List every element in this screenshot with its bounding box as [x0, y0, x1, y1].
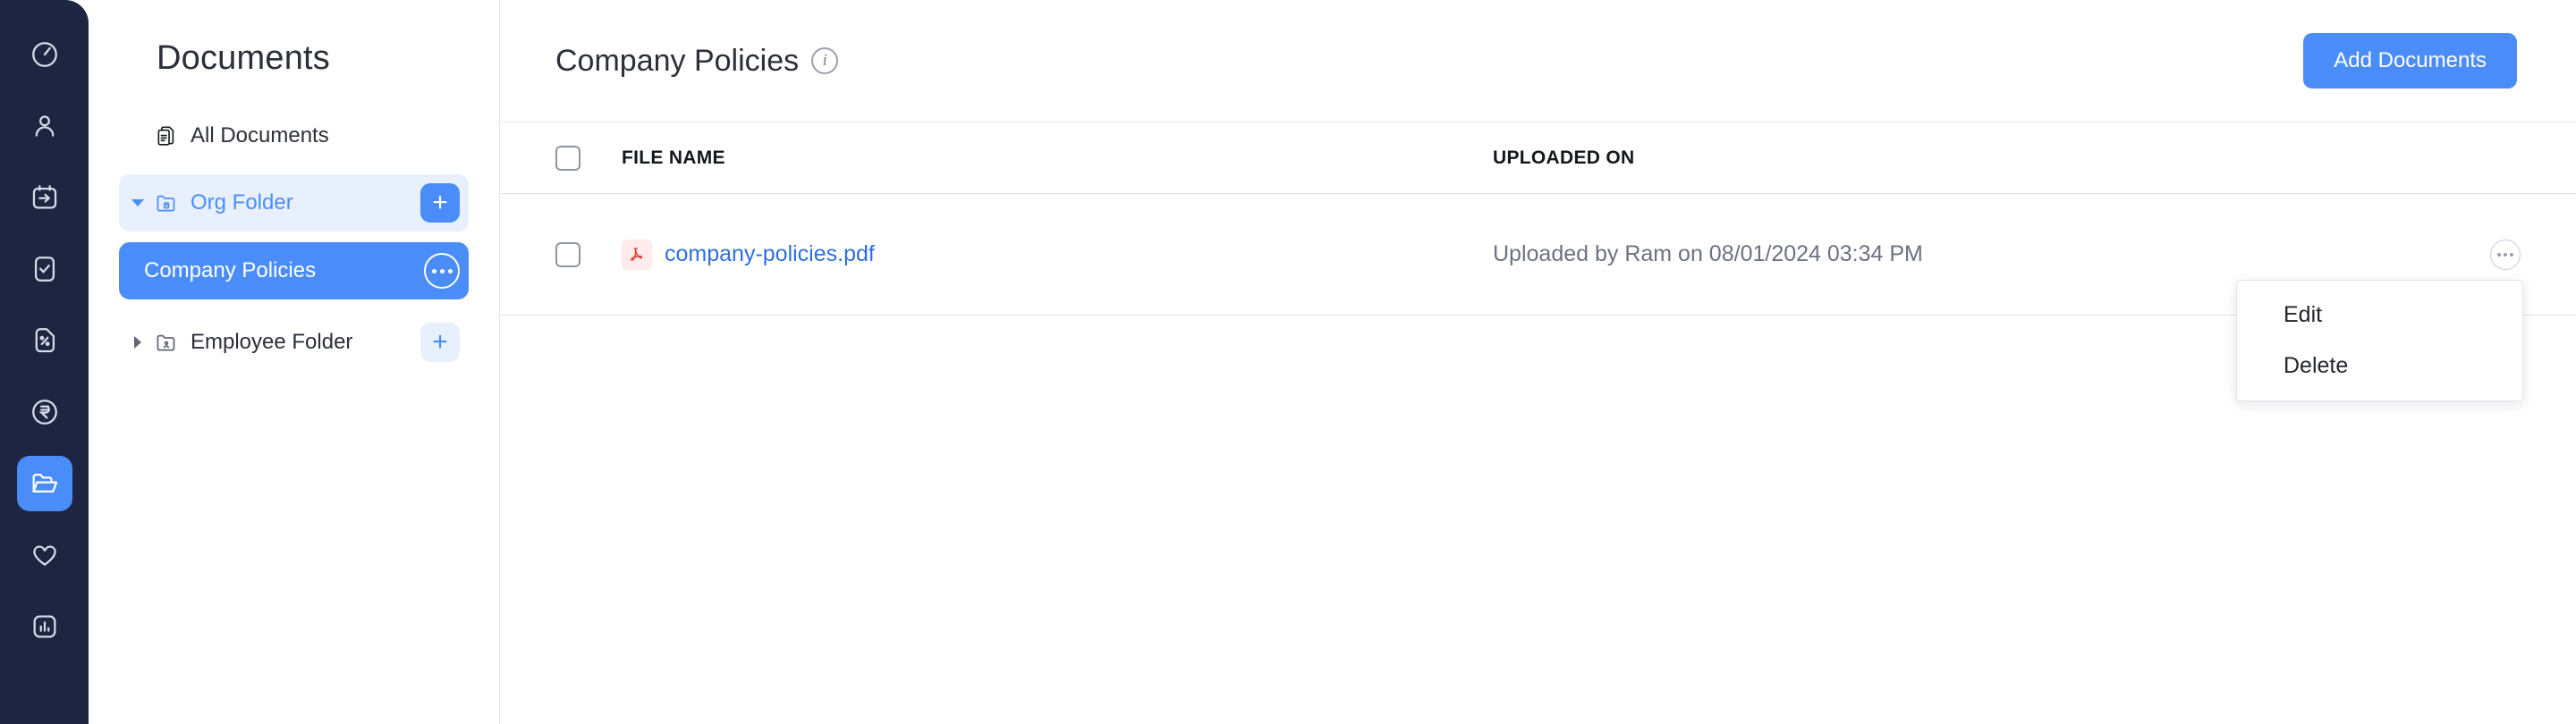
tree-item-all-documents-label: All Documents — [191, 123, 329, 147]
calendar-arrow-icon — [30, 182, 60, 213]
tree-item-employee-folder[interactable]: Employee Folder + — [119, 314, 469, 371]
tree-item-company-policies-label: Company Policies — [144, 258, 317, 282]
select-all-checkbox[interactable] — [555, 145, 580, 171]
tree-item-employee-folder-label: Employee Folder — [191, 330, 353, 354]
chevron-down-icon[interactable] — [128, 193, 148, 213]
people-icon — [30, 111, 60, 141]
row-options-button[interactable] — [2490, 239, 2521, 270]
add-subfolder-button-employee[interactable]: + — [420, 323, 460, 362]
chevron-right-icon[interactable] — [128, 333, 148, 352]
tree-item-org-folder[interactable]: Org Folder + — [119, 174, 469, 232]
heart-icon — [30, 540, 60, 570]
menu-item-edit[interactable]: Edit — [2237, 290, 2522, 341]
primary-nav-rail — [0, 0, 89, 724]
table-header-row: FILE NAME UPLOADED ON — [500, 122, 2576, 194]
sidebar-item-dashboard[interactable] — [17, 27, 72, 82]
tree-gap — [119, 162, 469, 174]
tree-gap — [119, 299, 469, 314]
sidebar-item-benefits[interactable] — [17, 527, 72, 583]
app-root: Documents All Documents Org Folder + Com… — [0, 0, 2576, 724]
pdf-file-icon — [622, 239, 652, 270]
tree-item-all-documents[interactable]: All Documents — [119, 110, 469, 162]
column-header-uploaded-on: UPLOADED ON — [1493, 147, 1635, 168]
folder-org-icon — [155, 191, 178, 215]
tree-item-org-folder-label: Org Folder — [191, 190, 293, 215]
sidebar-item-people[interactable] — [17, 98, 72, 154]
row-checkbox[interactable] — [555, 241, 580, 267]
tree-gap — [119, 232, 469, 242]
sidebar-item-payroll-tax[interactable] — [17, 313, 72, 368]
add-documents-button[interactable]: Add Documents — [2303, 33, 2517, 88]
content-header: Company Policies i Add Documents — [500, 0, 2576, 122]
sidebar-item-payroll[interactable] — [17, 384, 72, 440]
tree-item-company-policies[interactable]: Company Policies — [119, 242, 469, 299]
column-header-file-name: FILE NAME — [622, 147, 725, 168]
sidebar-item-reports[interactable] — [17, 599, 72, 654]
folder-open-icon — [30, 468, 60, 499]
all-documents-icon — [155, 124, 178, 147]
folder-tree: All Documents Org Folder + Company Polic… — [89, 110, 499, 371]
sidebar-item-tasks[interactable] — [17, 241, 72, 297]
checklist-icon — [30, 254, 60, 284]
uploaded-on-text: Uploaded by Ram on 08/01/2024 03:34 PM — [1493, 241, 1923, 266]
row-context-menu: Edit Delete — [2236, 280, 2523, 401]
folder-options-button-company-policies[interactable] — [424, 253, 460, 289]
percent-document-icon — [30, 325, 60, 356]
add-subfolder-button-org[interactable]: + — [420, 183, 460, 223]
menu-item-delete[interactable]: Delete — [2237, 341, 2522, 391]
bar-chart-icon — [30, 611, 60, 642]
documents-panel: Documents All Documents Org Folder + Com… — [89, 0, 500, 724]
file-name-link[interactable]: company-policies.pdf — [665, 241, 875, 267]
caret-placeholder — [128, 126, 148, 146]
folder-employee-icon — [155, 331, 178, 354]
sidebar-item-documents[interactable] — [16, 456, 72, 511]
sidebar-item-leave[interactable] — [17, 170, 72, 225]
page-title: Company Policies — [555, 43, 800, 78]
main-content: Company Policies i Add Documents FILE NA… — [500, 0, 2576, 724]
info-icon[interactable]: i — [811, 47, 839, 74]
rupee-circle-icon — [30, 397, 60, 427]
documents-panel-title: Documents — [157, 39, 330, 77]
dashboard-clock-icon — [30, 39, 60, 70]
